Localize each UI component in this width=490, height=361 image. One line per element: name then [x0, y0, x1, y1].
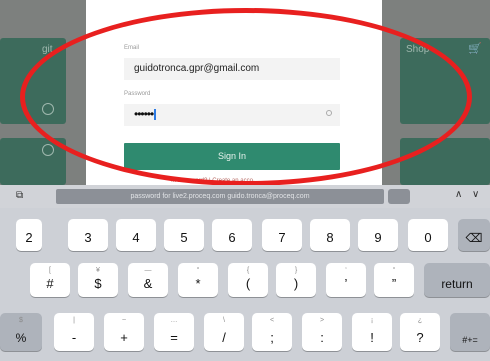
key-8[interactable]: 8 [310, 219, 350, 251]
tile-right-top[interactable]: Shop 🛒 [400, 38, 490, 124]
key-colon[interactable]: >: [302, 313, 342, 351]
key-equals[interactable]: … = [154, 313, 194, 351]
password-field[interactable]: •••••• [124, 104, 340, 126]
key-quote[interactable]: “” [374, 263, 414, 297]
key-dollar[interactable]: ¥ $ [78, 263, 118, 297]
login-dialog: Email guidotronca.gpr@gmail.com Password… [86, 0, 382, 185]
key-minus[interactable]: | - [54, 313, 94, 351]
text-caret [154, 109, 156, 121]
email-value: guidotronca.gpr@gmail.com [134, 63, 260, 74]
key-semicolon[interactable]: <; [252, 313, 292, 351]
key-icon[interactable] [388, 189, 410, 204]
key-open-paren[interactable]: {( [228, 263, 268, 297]
key-0[interactable]: 0 [408, 219, 448, 251]
footer-links[interactable]: ... Password? | Create an acco... [171, 178, 258, 184]
key-9[interactable]: 9 [358, 219, 398, 251]
key-6[interactable]: 6 [212, 219, 252, 251]
show-password-icon[interactable] [326, 110, 332, 116]
key-7[interactable]: 7 [262, 219, 302, 251]
tile-right-bottom[interactable] [400, 138, 490, 185]
key-ampersand[interactable]: — & [128, 263, 168, 297]
sign-in-button[interactable]: Sign In [124, 143, 340, 170]
key-close-paren[interactable]: }) [276, 263, 316, 297]
chevron-down-icon[interactable]: ∨ [472, 189, 479, 200]
tile-left-bottom[interactable] [0, 138, 66, 185]
key-asterisk[interactable]: ° * [178, 263, 218, 297]
chevron-up-icon[interactable]: ∧ [455, 189, 462, 200]
symbols-key[interactable]: #+= [450, 313, 490, 351]
tile-label: Shop [406, 44, 430, 55]
key-4[interactable]: 4 [116, 219, 156, 251]
password-suggestion[interactable]: password for live2.proceq.com guido.tron… [56, 189, 384, 204]
keyboard-toolbar: ⧉ password for live2.proceq.com guido.tr… [0, 185, 490, 208]
delete-key[interactable]: ⌫ [458, 219, 490, 251]
key-apostrophe[interactable]: ‘’ [326, 263, 366, 297]
key-5[interactable]: 5 [164, 219, 204, 251]
key-3[interactable]: 3 [68, 219, 108, 251]
email-label: Email [124, 45, 140, 51]
key-2[interactable]: 2 [16, 219, 42, 251]
arrow-circle-icon [42, 144, 54, 156]
key-percent[interactable]: $% [0, 313, 42, 351]
password-label: Password [124, 91, 151, 97]
email-field[interactable]: guidotronca.gpr@gmail.com [124, 58, 340, 80]
cart-icon: 🛒 [468, 43, 482, 55]
key-hash[interactable]: [# [30, 263, 70, 297]
return-key[interactable]: return [424, 263, 490, 297]
paste-icon[interactable]: ⧉ [16, 190, 23, 201]
tile-left-top[interactable]: git [0, 38, 66, 124]
key-exclamation[interactable]: ¡! [352, 313, 392, 351]
arrow-circle-icon [42, 103, 54, 115]
key-question[interactable]: ¿? [400, 313, 440, 351]
backspace-icon: ⌫ [465, 231, 483, 245]
key-plus[interactable]: ~ + [104, 313, 144, 351]
key-slash[interactable]: \ / [204, 313, 244, 351]
onscreen-keyboard: ⧉ password for live2.proceq.com guido.tr… [0, 185, 490, 361]
password-value: •••••• [134, 107, 156, 121]
tile-label: git [42, 44, 53, 55]
